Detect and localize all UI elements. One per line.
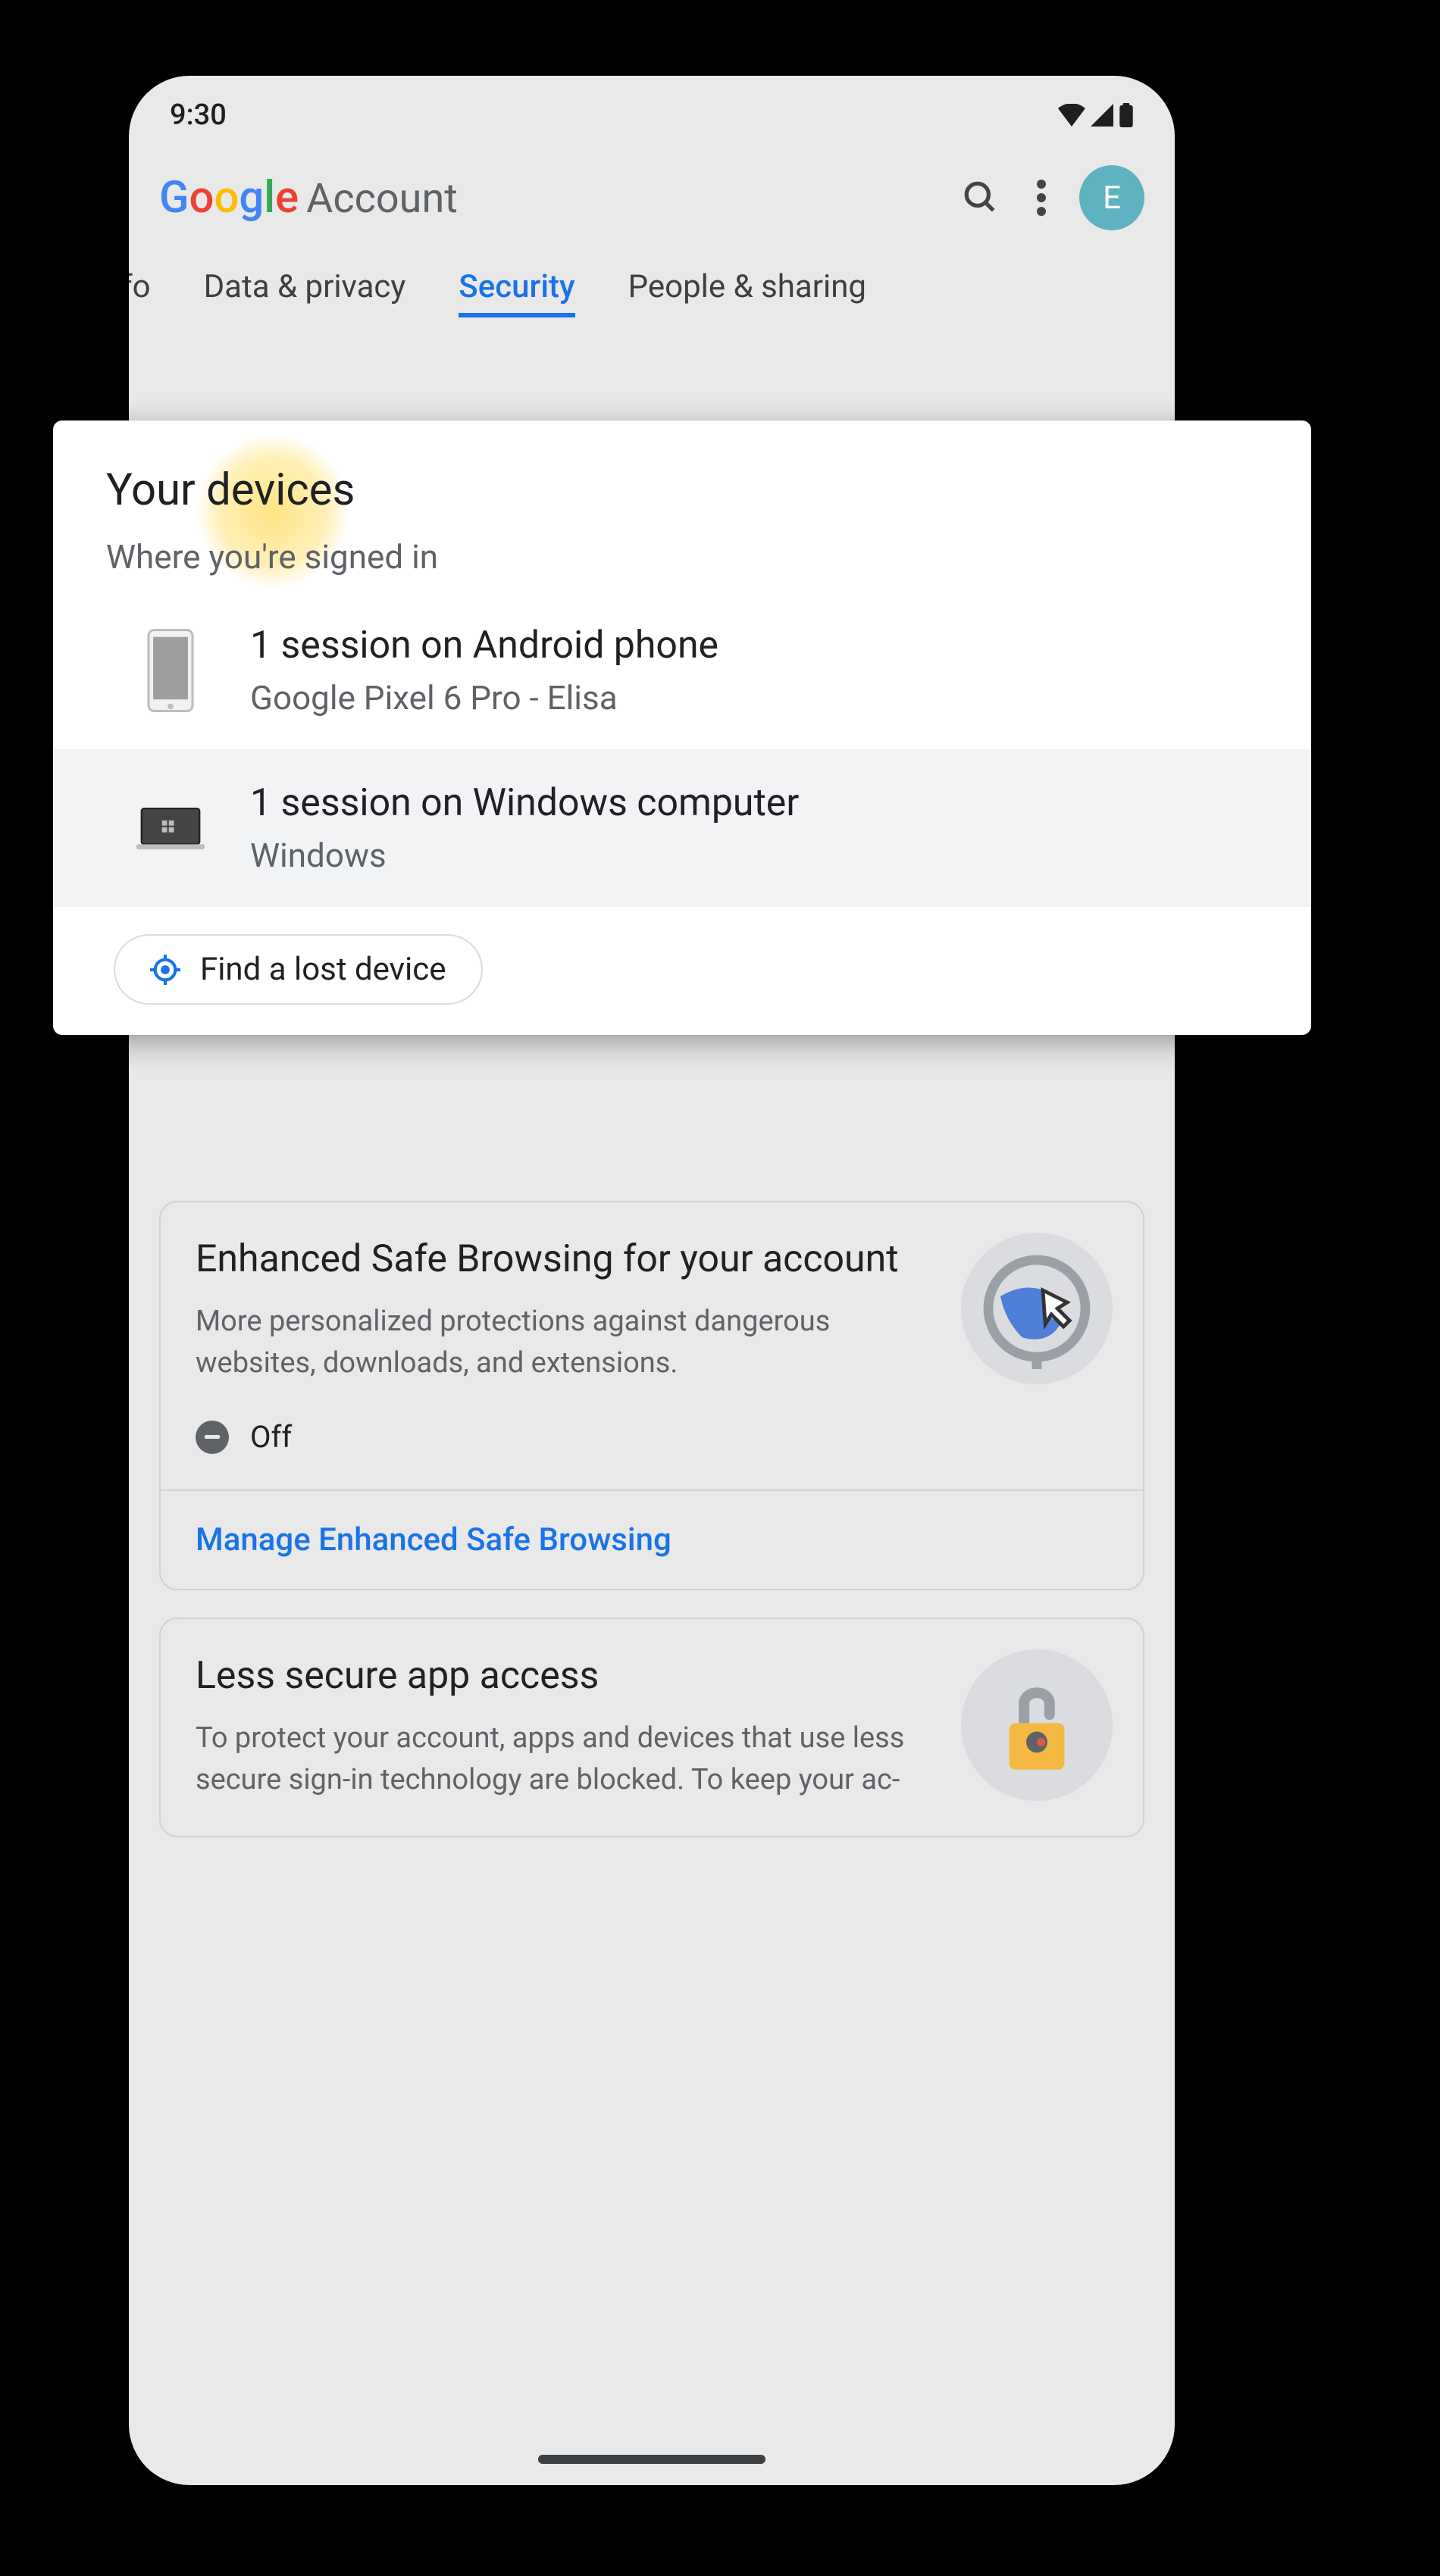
- tab-data-privacy[interactable]: Data & privacy: [204, 268, 406, 317]
- cell-signal-icon: [1090, 104, 1114, 127]
- safe-browsing-status-row: Off: [196, 1419, 946, 1455]
- devices-title: Your devices: [106, 464, 1258, 516]
- safe-browsing-footer[interactable]: Manage Enhanced Safe Browsing: [161, 1490, 1143, 1589]
- find-device-button[interactable]: Find a lost device: [114, 934, 483, 1005]
- phone-icon: [136, 629, 205, 712]
- device-secondary: Windows: [250, 836, 799, 875]
- device-row-android[interactable]: 1 session on Android phone Google Pixel …: [53, 592, 1311, 749]
- battery-icon: [1119, 103, 1134, 127]
- content-cards: Enhanced Safe Browsing for your account …: [129, 1201, 1175, 1837]
- target-icon: [150, 955, 180, 985]
- status-bar: 9:30: [129, 76, 1175, 139]
- globe-cursor-icon: [961, 1233, 1113, 1384]
- avatar[interactable]: E: [1079, 165, 1144, 230]
- devices-overlay: Your devices Where you're signed in 1 se…: [53, 420, 1311, 1035]
- laptop-icon: [136, 799, 205, 857]
- device-secondary: Google Pixel 6 Pro - Elisa: [250, 678, 718, 717]
- device-primary: 1 session on Windows computer: [250, 781, 799, 825]
- less-secure-title: Less secure app access: [196, 1654, 946, 1698]
- safe-browsing-status: Off: [250, 1419, 292, 1455]
- app-header: Google Account E: [129, 139, 1175, 253]
- wifi-icon: [1058, 104, 1085, 127]
- avatar-letter: E: [1103, 180, 1121, 217]
- device-row-windows[interactable]: 1 session on Windows computer Windows: [53, 749, 1311, 907]
- more-icon[interactable]: [1019, 175, 1064, 220]
- devices-subtitle: Where you're signed in: [106, 537, 1258, 577]
- tab-people-sharing[interactable]: People & sharing: [628, 268, 866, 317]
- safe-browsing-desc: More personalized protections against da…: [196, 1301, 946, 1384]
- search-icon[interactable]: [958, 175, 1003, 220]
- minus-circle-icon: [196, 1421, 229, 1454]
- nav-handle[interactable]: [538, 2455, 765, 2464]
- google-logo-text: Google: [159, 172, 299, 224]
- tabs: fo Data & privacy Security People & shar…: [129, 253, 1175, 330]
- app-title: Google Account: [159, 172, 943, 224]
- status-time: 9:30: [170, 98, 227, 132]
- device-primary: 1 session on Android phone: [250, 624, 718, 667]
- unlock-icon: [961, 1649, 1113, 1801]
- safe-browsing-card: Enhanced Safe Browsing for your account …: [159, 1201, 1144, 1590]
- safe-browsing-title: Enhanced Safe Browsing for your account: [196, 1237, 946, 1281]
- tab-partial[interactable]: fo: [129, 268, 151, 317]
- account-label: Account: [306, 175, 458, 223]
- less-secure-desc: To protect your account, apps and device…: [196, 1718, 946, 1801]
- less-secure-card: Less secure app access To protect your a…: [159, 1618, 1144, 1837]
- tab-security[interactable]: Security: [459, 268, 574, 317]
- safe-browsing-link: Manage Enhanced Safe Browsing: [196, 1521, 671, 1558]
- status-icons: [1058, 103, 1134, 127]
- find-device-label: Find a lost device: [200, 951, 446, 988]
